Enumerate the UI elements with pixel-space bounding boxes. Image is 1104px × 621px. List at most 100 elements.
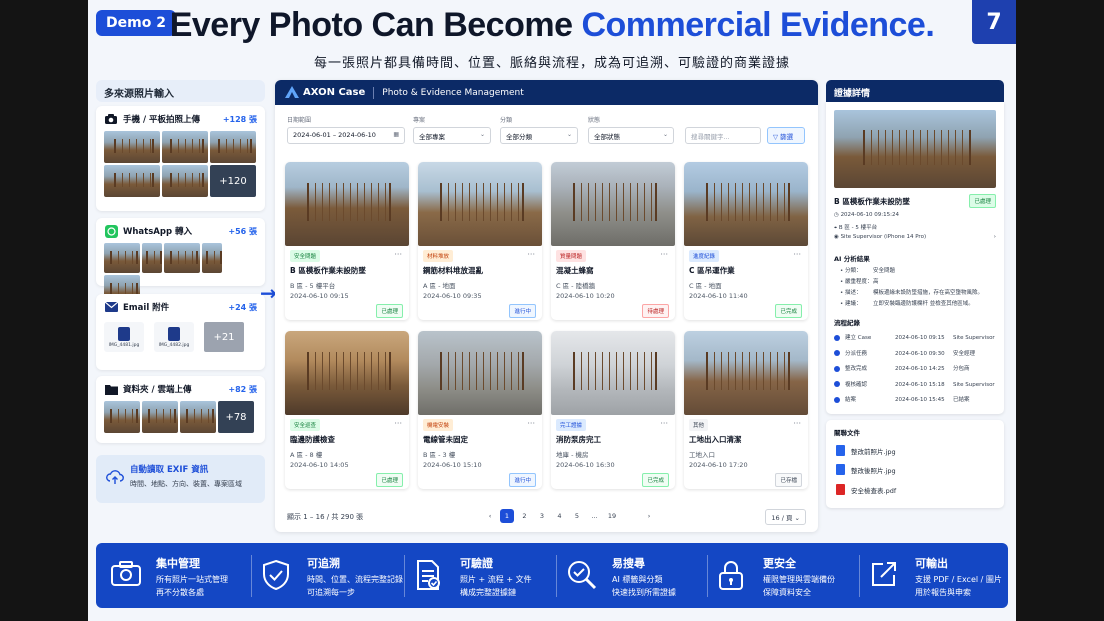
page-button[interactable]: 3 — [535, 509, 549, 523]
feature-item: 可輸出 支援 PDF / Excel / 圖片 用於報告與申索 — [869, 553, 1009, 599]
photo-thumb[interactable] — [142, 243, 162, 273]
card-photo[interactable] — [551, 331, 675, 415]
more-photos[interactable]: +78 — [218, 401, 254, 433]
photo-card[interactable]: 安全問題 ··· B 區模板作業未設防墜 B 區 - 5 樓平台 2024-06… — [285, 162, 409, 320]
category-tag: 質量問題 — [556, 250, 587, 262]
card-title: B 區模板作業未設防墜 — [290, 266, 366, 275]
related-docs: 關聯文件 整改前照片.jpg 整改後照片.jpg 安全檢查表.pdf — [826, 420, 1004, 508]
sources-header: 多來源照片輸入 — [96, 80, 265, 102]
search-input[interactable]: 搜尋關鍵字... — [685, 127, 761, 144]
date-range-input[interactable]: 2024-06-01 – 2024-06-10 ▦ — [287, 127, 405, 144]
card-photo[interactable] — [684, 331, 808, 415]
detail-header: 證據詳情 — [826, 80, 1004, 102]
page-button[interactable]: 1 — [500, 509, 514, 523]
status-badge: 進行中 — [509, 304, 536, 318]
photo-card[interactable]: 材料堆放 ··· 鋼筋材料堆放混亂 A 區 - 地面 2024-06-10 09… — [418, 162, 542, 320]
more-options-icon[interactable]: ··· — [527, 419, 535, 428]
axon-logo-icon — [285, 83, 299, 102]
photo-thumb[interactable] — [104, 165, 160, 197]
card-date: 2024-06-10 11:40 — [689, 292, 748, 300]
email-attachment[interactable]: IMG_4482.jpg — [154, 322, 194, 352]
more-options-icon[interactable]: ··· — [793, 250, 801, 259]
image-file-icon — [836, 464, 845, 475]
photo-card[interactable]: 其他 ··· 工地出入口清潔 工地入口 2024-06-10 17:20 已存檔 — [684, 331, 808, 489]
more-photos[interactable]: +120 — [210, 165, 256, 197]
photo-thumb[interactable] — [210, 131, 256, 163]
email-attachment[interactable]: IMG_4481.jpg — [104, 322, 144, 352]
photo-card[interactable]: 機電安裝 ··· 電線管未固定 B 區 - 3 樓 2024-06-10 15:… — [418, 331, 542, 489]
ai-result-row: • 分類： 安全問題 — [840, 268, 896, 274]
app-window: AXON Case Photo & Evidence Management 日期… — [275, 80, 818, 532]
prev-page-button[interactable]: ‹ — [483, 509, 497, 523]
card-photo[interactable] — [418, 331, 542, 415]
card-photo[interactable] — [684, 162, 808, 246]
category-select[interactable]: 全部分類 ⌄ — [500, 127, 578, 144]
card-title: 電線管未固定 — [423, 435, 468, 444]
page-button[interactable]: 5 — [570, 509, 584, 523]
photo-card[interactable]: 完工證據 ··· 消防泵房完工 地庫 - 機房 2024-06-10 16:30… — [551, 331, 675, 489]
project-select[interactable]: 全部專案 ⌄ — [413, 127, 491, 144]
page-button[interactable]: ... — [588, 509, 602, 523]
card-location: A 區 - 8 樓 — [290, 451, 323, 459]
photo-card[interactable]: 進度紀錄 ··· C 區吊運作業 C 區 - 地面 2024-06-10 11:… — [684, 162, 808, 320]
status-badge: 已完成 — [775, 304, 802, 318]
photo-thumb[interactable] — [104, 401, 140, 433]
card-photo[interactable] — [285, 331, 409, 415]
card-date: 2024-06-10 10:20 — [556, 292, 615, 300]
more-attachments[interactable]: +21 — [204, 322, 244, 352]
photo-thumb[interactable] — [104, 243, 140, 273]
page-button[interactable]: 4 — [553, 509, 567, 523]
category-tag: 其他 — [689, 419, 709, 431]
status-select[interactable]: 全部狀態 ⌄ — [588, 127, 674, 144]
category-tag: 材料堆放 — [423, 250, 454, 262]
card-photo[interactable] — [418, 162, 542, 246]
photo-thumb[interactable] — [202, 243, 222, 273]
doc-link[interactable]: 整改前照片.jpg — [836, 445, 896, 456]
photo-card[interactable]: 質量問題 ··· 混凝土蜂窩 C 區 - 陸橋牆 2024-06-10 10:2… — [551, 162, 675, 320]
page-button[interactable]: 2 — [518, 509, 532, 523]
card-photo[interactable] — [285, 162, 409, 246]
per-page-select[interactable]: 16 / 頁 ⌄ — [765, 509, 806, 525]
filter-button[interactable]: ▽ 篩選 — [767, 127, 805, 144]
chevron-right-icon: › — [993, 234, 996, 240]
feature-divider — [556, 555, 557, 597]
photo-thumb[interactable] — [162, 131, 208, 163]
more-options-icon[interactable]: ··· — [394, 250, 402, 259]
photo-thumb[interactable] — [164, 243, 200, 273]
next-page-button[interactable]: › — [642, 509, 656, 523]
source-email[interactable]: Email 附件 +24 張 IMG_4481.jpg IMG_4482.jpg… — [96, 294, 265, 370]
detail-photo[interactable] — [834, 110, 996, 188]
feature-strip: 集中管理 所有照片一站式管理 再不分散各處 可追溯 時間、位置、流程完整記錄 可追溯… — [96, 543, 1008, 608]
more-options-icon[interactable]: ··· — [660, 250, 668, 259]
check-circle-icon — [834, 365, 840, 372]
card-photo[interactable] — [551, 162, 675, 246]
feature-item: 可追溯 時間、位置、流程完整記錄 可追溯每一步 — [261, 553, 403, 599]
photo-thumb[interactable] — [142, 401, 178, 433]
category-tag: 機電安裝 — [423, 419, 454, 431]
photo-thumb[interactable] — [180, 401, 216, 433]
more-options-icon[interactable]: ··· — [527, 250, 535, 259]
feature-divider — [859, 555, 860, 597]
source-whatsapp[interactable]: WhatsApp 轉入 +56 張 — [96, 218, 265, 305]
search-icon — [566, 559, 598, 591]
card-date: 2024-06-10 17:20 — [689, 461, 748, 469]
category-tag: 安全問題 — [290, 250, 321, 262]
source-camera[interactable]: 手機 / 平板拍照上傳 +128 張 +120 — [96, 106, 265, 211]
export-icon — [869, 559, 901, 591]
photo-thumb[interactable] — [162, 165, 208, 197]
card-title: 消防泵房完工 — [556, 435, 601, 444]
more-options-icon[interactable]: ··· — [394, 419, 402, 428]
detail-device[interactable]: ◉ Site Supervisor (iPhone 14 Pro) › — [834, 234, 996, 240]
photo-thumb[interactable] — [104, 131, 160, 163]
photo-card[interactable]: 安全巡查 ··· 臨邊防護檢查 A 區 - 8 樓 2024-06-10 14:… — [285, 331, 409, 489]
source-folder[interactable]: 資料夾 / 雲端上傳 +82 張 +78 — [96, 376, 265, 443]
page-button[interactable]: 19 — [605, 509, 619, 523]
doc-link[interactable]: 整改後照片.jpg — [836, 464, 896, 475]
calendar-icon: ▦ — [393, 131, 399, 138]
card-location: 地庫 - 機房 — [556, 451, 589, 459]
more-options-icon[interactable]: ··· — [793, 419, 801, 428]
email-icon — [104, 300, 118, 314]
doc-link[interactable]: 安全檢查表.pdf — [836, 484, 896, 495]
more-options-icon[interactable]: ··· — [660, 419, 668, 428]
status-badge: 已處理 — [969, 194, 996, 208]
